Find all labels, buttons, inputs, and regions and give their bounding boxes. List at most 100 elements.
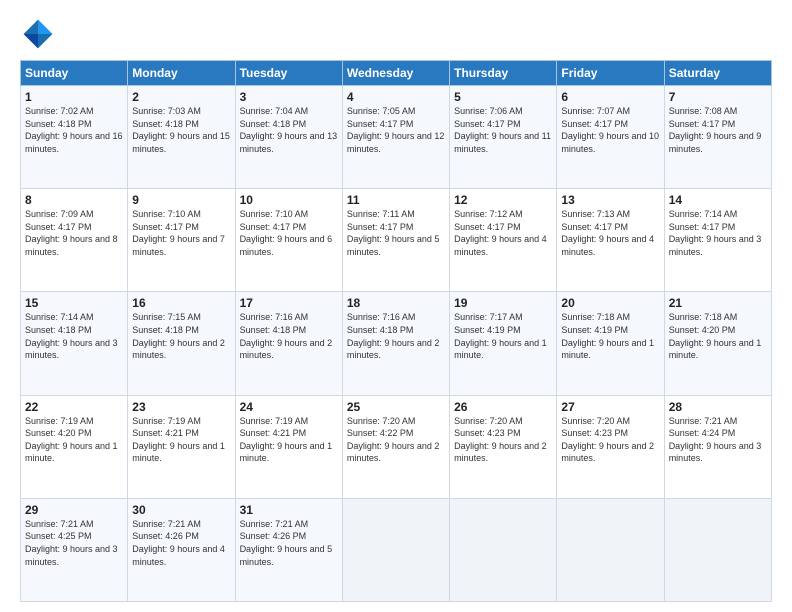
day-cell: 10Sunrise: 7:10 AMSunset: 4:17 PMDayligh…	[235, 189, 342, 292]
day-info: Sunrise: 7:18 AMSunset: 4:20 PMDaylight:…	[669, 312, 762, 360]
day-cell: 6 Sunrise: 7:07 AMSunset: 4:17 PMDaylight…	[557, 86, 664, 189]
day-cell: 8 Sunrise: 7:09 AMSunset: 4:17 PMDaylight…	[21, 189, 128, 292]
day-info: Sunrise: 7:05 AMSunset: 4:17 PMDaylight:…	[347, 106, 445, 154]
week-row-1: 1 Sunrise: 7:02 AMSunset: 4:18 PMDaylight…	[21, 86, 772, 189]
week-row-2: 8 Sunrise: 7:09 AMSunset: 4:17 PMDaylight…	[21, 189, 772, 292]
day-number: 2	[132, 90, 230, 104]
day-number: 22	[25, 400, 123, 414]
day-cell: 3 Sunrise: 7:04 AMSunset: 4:18 PMDaylight…	[235, 86, 342, 189]
day-info: Sunrise: 7:07 AMSunset: 4:17 PMDaylight:…	[561, 106, 659, 154]
col-header-saturday: Saturday	[664, 61, 771, 86]
day-number: 23	[132, 400, 230, 414]
day-info: Sunrise: 7:03 AMSunset: 4:18 PMDaylight:…	[132, 106, 230, 154]
day-number: 21	[669, 296, 767, 310]
day-info: Sunrise: 7:11 AMSunset: 4:17 PMDaylight:…	[347, 209, 440, 257]
day-cell: 9 Sunrise: 7:10 AMSunset: 4:17 PMDaylight…	[128, 189, 235, 292]
day-number: 18	[347, 296, 445, 310]
day-info: Sunrise: 7:20 AMSunset: 4:22 PMDaylight:…	[347, 416, 440, 464]
day-info: Sunrise: 7:16 AMSunset: 4:18 PMDaylight:…	[240, 312, 333, 360]
day-number: 29	[25, 503, 123, 517]
day-cell: 18 Sunrise: 7:16 AMSunset: 4:18 PMDayligh…	[342, 292, 449, 395]
day-info: Sunrise: 7:02 AMSunset: 4:18 PMDaylight:…	[25, 106, 123, 154]
week-row-4: 22Sunrise: 7:19 AMSunset: 4:20 PMDayligh…	[21, 395, 772, 498]
day-number: 4	[347, 90, 445, 104]
day-cell: 31Sunrise: 7:21 AMSunset: 4:26 PMDayligh…	[235, 498, 342, 601]
day-number: 20	[561, 296, 659, 310]
day-number: 5	[454, 90, 552, 104]
day-cell: 17 Sunrise: 7:16 AMSunset: 4:18 PMDayligh…	[235, 292, 342, 395]
col-header-tuesday: Tuesday	[235, 61, 342, 86]
day-cell	[342, 498, 449, 601]
col-header-monday: Monday	[128, 61, 235, 86]
header	[20, 16, 772, 52]
day-number: 28	[669, 400, 767, 414]
day-info: Sunrise: 7:17 AMSunset: 4:19 PMDaylight:…	[454, 312, 547, 360]
day-info: Sunrise: 7:09 AMSunset: 4:17 PMDaylight:…	[25, 209, 118, 257]
day-info: Sunrise: 7:21 AMSunset: 4:26 PMDaylight:…	[132, 519, 225, 567]
day-info: Sunrise: 7:04 AMSunset: 4:18 PMDaylight:…	[240, 106, 338, 154]
day-number: 13	[561, 193, 659, 207]
day-number: 30	[132, 503, 230, 517]
day-info: Sunrise: 7:18 AMSunset: 4:19 PMDaylight:…	[561, 312, 654, 360]
day-cell: 15 Sunrise: 7:14 AMSunset: 4:18 PMDayligh…	[21, 292, 128, 395]
day-cell: 12Sunrise: 7:12 AMSunset: 4:17 PMDayligh…	[450, 189, 557, 292]
day-cell: 30 Sunrise: 7:21 AMSunset: 4:26 PMDayligh…	[128, 498, 235, 601]
week-row-3: 15 Sunrise: 7:14 AMSunset: 4:18 PMDayligh…	[21, 292, 772, 395]
day-info: Sunrise: 7:12 AMSunset: 4:17 PMDaylight:…	[454, 209, 547, 257]
day-info: Sunrise: 7:16 AMSunset: 4:18 PMDaylight:…	[347, 312, 440, 360]
day-cell: 4 Sunrise: 7:05 AMSunset: 4:17 PMDaylight…	[342, 86, 449, 189]
day-info: Sunrise: 7:13 AMSunset: 4:17 PMDaylight:…	[561, 209, 654, 257]
logo-icon	[20, 16, 56, 52]
day-info: Sunrise: 7:20 AMSunset: 4:23 PMDaylight:…	[561, 416, 654, 464]
day-cell: 21 Sunrise: 7:18 AMSunset: 4:20 PMDayligh…	[664, 292, 771, 395]
day-cell: 25 Sunrise: 7:20 AMSunset: 4:22 PMDayligh…	[342, 395, 449, 498]
day-info: Sunrise: 7:14 AMSunset: 4:18 PMDaylight:…	[25, 312, 118, 360]
day-number: 3	[240, 90, 338, 104]
day-info: Sunrise: 7:15 AMSunset: 4:18 PMDaylight:…	[132, 312, 225, 360]
day-number: 6	[561, 90, 659, 104]
day-cell	[664, 498, 771, 601]
day-number: 25	[347, 400, 445, 414]
col-header-sunday: Sunday	[21, 61, 128, 86]
day-number: 27	[561, 400, 659, 414]
day-number: 15	[25, 296, 123, 310]
day-number: 14	[669, 193, 767, 207]
day-cell: 24 Sunrise: 7:19 AMSunset: 4:21 PMDayligh…	[235, 395, 342, 498]
day-cell: 14Sunrise: 7:14 AMSunset: 4:17 PMDayligh…	[664, 189, 771, 292]
day-cell: 27 Sunrise: 7:20 AMSunset: 4:23 PMDayligh…	[557, 395, 664, 498]
day-cell: 5 Sunrise: 7:06 AMSunset: 4:17 PMDaylight…	[450, 86, 557, 189]
day-number: 11	[347, 193, 445, 207]
day-cell: 11 Sunrise: 7:11 AMSunset: 4:17 PMDayligh…	[342, 189, 449, 292]
day-number: 8	[25, 193, 123, 207]
day-number: 7	[669, 90, 767, 104]
day-info: Sunrise: 7:19 AMSunset: 4:21 PMDaylight:…	[240, 416, 333, 464]
day-cell: 13 Sunrise: 7:13 AMSunset: 4:17 PMDayligh…	[557, 189, 664, 292]
day-cell: 2 Sunrise: 7:03 AMSunset: 4:18 PMDaylight…	[128, 86, 235, 189]
calendar-table: SundayMondayTuesdayWednesdayThursdayFrid…	[20, 60, 772, 602]
day-number: 17	[240, 296, 338, 310]
col-header-wednesday: Wednesday	[342, 61, 449, 86]
day-number: 1	[25, 90, 123, 104]
day-number: 16	[132, 296, 230, 310]
day-info: Sunrise: 7:19 AMSunset: 4:21 PMDaylight:…	[132, 416, 225, 464]
day-cell: 29 Sunrise: 7:21 AMSunset: 4:25 PMDayligh…	[21, 498, 128, 601]
day-cell: 19 Sunrise: 7:17 AMSunset: 4:19 PMDayligh…	[450, 292, 557, 395]
day-info: Sunrise: 7:10 AMSunset: 4:17 PMDaylight:…	[132, 209, 225, 257]
day-cell: 26Sunrise: 7:20 AMSunset: 4:23 PMDayligh…	[450, 395, 557, 498]
day-info: Sunrise: 7:21 AMSunset: 4:26 PMDaylight:…	[240, 519, 333, 567]
day-info: Sunrise: 7:08 AMSunset: 4:17 PMDaylight:…	[669, 106, 762, 154]
day-number: 24	[240, 400, 338, 414]
day-number: 10	[240, 193, 338, 207]
page: SundayMondayTuesdayWednesdayThursdayFrid…	[0, 0, 792, 612]
day-cell: 7 Sunrise: 7:08 AMSunset: 4:17 PMDaylight…	[664, 86, 771, 189]
day-cell: 23 Sunrise: 7:19 AMSunset: 4:21 PMDayligh…	[128, 395, 235, 498]
day-info: Sunrise: 7:21 AMSunset: 4:25 PMDaylight:…	[25, 519, 118, 567]
day-cell	[557, 498, 664, 601]
day-number: 9	[132, 193, 230, 207]
day-cell: 22Sunrise: 7:19 AMSunset: 4:20 PMDayligh…	[21, 395, 128, 498]
day-info: Sunrise: 7:06 AMSunset: 4:17 PMDaylight:…	[454, 106, 551, 154]
day-cell: 20 Sunrise: 7:18 AMSunset: 4:19 PMDayligh…	[557, 292, 664, 395]
day-number: 19	[454, 296, 552, 310]
col-header-thursday: Thursday	[450, 61, 557, 86]
day-info: Sunrise: 7:20 AMSunset: 4:23 PMDaylight:…	[454, 416, 547, 464]
